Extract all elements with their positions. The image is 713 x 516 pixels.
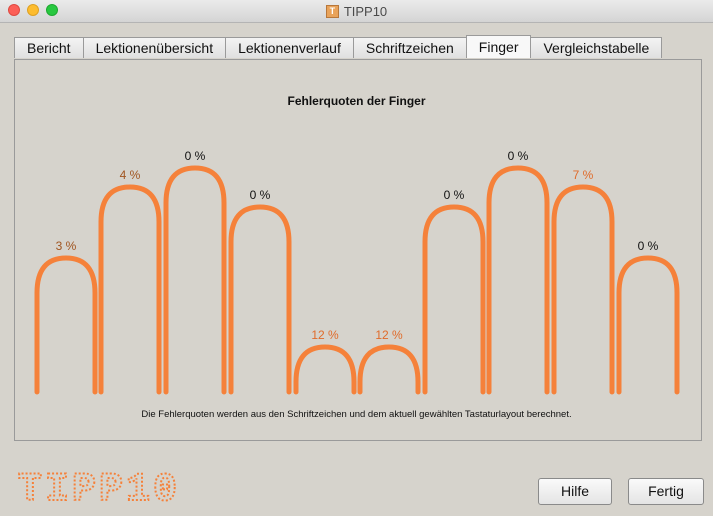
- finger-arch-6: [357, 344, 421, 395]
- finger-error-chart: 3 % 4 % 0 % 0 % 12 % 12 % 0 % 0 % 7 % 0 %: [34, 149, 680, 395]
- finger-label-7: 0 %: [444, 188, 465, 202]
- finger-label-4: 0 %: [250, 188, 271, 202]
- finger-label-10: 0 %: [638, 239, 659, 253]
- tab-finger[interactable]: Finger: [465, 35, 532, 58]
- finger-label-9: 7 %: [573, 168, 594, 182]
- finger-label-5: 12 %: [311, 328, 339, 342]
- done-button[interactable]: Fertig: [628, 478, 704, 505]
- finger-label-3: 0 %: [185, 149, 206, 163]
- finger-label-8: 0 %: [508, 149, 529, 163]
- finger-arch-3: [163, 165, 227, 395]
- finger-arch-4: [228, 204, 292, 395]
- finger-arch-9: [551, 184, 615, 395]
- finger-arch-7: [422, 204, 486, 395]
- finger-arch-5: [293, 344, 357, 395]
- finger-label-1: 3 %: [56, 239, 77, 253]
- finger-arch-1: [34, 255, 98, 395]
- finger-label-2: 4 %: [120, 168, 141, 182]
- finger-arch-8: [486, 165, 550, 395]
- svg-text:TIPP10: TIPP10: [18, 468, 180, 506]
- chart-note: Die Fehlerquoten werden aus den Schriftz…: [141, 409, 572, 420]
- finger-arch-10: [616, 255, 680, 395]
- tipp10-logo: TIPP10: [17, 467, 180, 506]
- help-button[interactable]: Hilfe: [538, 478, 612, 505]
- finger-arch-2: [98, 184, 162, 395]
- finger-label-6: 12 %: [375, 328, 403, 342]
